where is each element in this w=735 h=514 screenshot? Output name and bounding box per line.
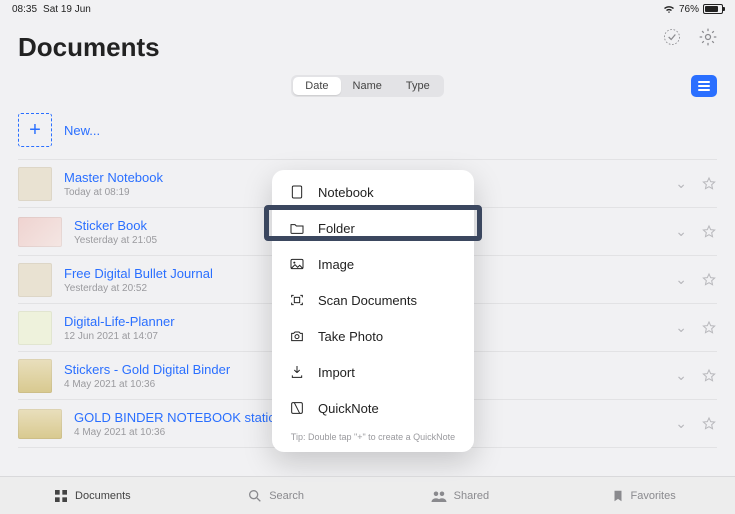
popover-item-scan[interactable]: Scan Documents bbox=[272, 282, 474, 318]
popover-item-photo[interactable]: Take Photo bbox=[272, 318, 474, 354]
item-name: Master Notebook bbox=[64, 170, 163, 185]
popover-label: Image bbox=[318, 257, 354, 272]
popover-item-image[interactable]: Image bbox=[272, 246, 474, 282]
wifi-icon bbox=[663, 5, 675, 14]
sort-type[interactable]: Type bbox=[394, 77, 442, 95]
item-name: Free Digital Bullet Journal bbox=[64, 266, 213, 281]
star-icon[interactable] bbox=[701, 224, 717, 240]
popover-item-quicknote[interactable]: QuickNote bbox=[272, 390, 474, 426]
item-sub: Yesterday at 21:05 bbox=[74, 235, 157, 246]
sort-segmented[interactable]: Date Name Type bbox=[291, 75, 443, 97]
thumbnail bbox=[18, 409, 62, 439]
popover-label: Scan Documents bbox=[318, 293, 417, 308]
star-icon[interactable] bbox=[701, 176, 717, 192]
item-name: Digital-Life-Planner bbox=[64, 314, 175, 329]
sort-date[interactable]: Date bbox=[293, 77, 340, 95]
favorites-icon bbox=[611, 488, 625, 504]
battery-icon bbox=[703, 4, 723, 14]
tab-documents[interactable]: Documents bbox=[0, 477, 184, 514]
tab-shared[interactable]: Shared bbox=[368, 477, 552, 514]
new-item-row[interactable]: + New... bbox=[18, 113, 717, 160]
chevron-down-icon[interactable]: ⌄ bbox=[675, 271, 687, 288]
popover-label: QuickNote bbox=[318, 401, 379, 416]
star-icon[interactable] bbox=[701, 416, 717, 432]
chevron-down-icon[interactable]: ⌄ bbox=[675, 367, 687, 384]
thumbnail bbox=[18, 263, 52, 297]
popover-item-import[interactable]: Import bbox=[272, 354, 474, 390]
tab-favorites[interactable]: Favorites bbox=[551, 477, 735, 514]
page-title: Documents bbox=[0, 32, 735, 63]
battery-percent: 76% bbox=[679, 4, 699, 15]
popover-item-notebook[interactable]: Notebook bbox=[272, 174, 474, 210]
popover-label: Import bbox=[318, 365, 355, 380]
status-bar: 08:35 Sat 19 Jun 76% bbox=[0, 0, 735, 18]
chevron-down-icon[interactable]: ⌄ bbox=[675, 223, 687, 240]
popover-tip: Tip: Double tap "+" to create a QuickNot… bbox=[272, 426, 474, 444]
notebook-icon bbox=[288, 183, 306, 201]
tab-label: Search bbox=[269, 490, 304, 502]
tab-label: Documents bbox=[75, 490, 131, 502]
item-sub: 4 May 2021 at 10:36 bbox=[64, 379, 230, 390]
thumbnail bbox=[18, 311, 52, 345]
item-sub: 12 Jun 2021 at 14:07 bbox=[64, 331, 175, 342]
tab-bar: Documents Search Shared Favorites bbox=[0, 476, 735, 514]
scan-icon bbox=[288, 291, 306, 309]
list-view-button[interactable] bbox=[691, 75, 717, 97]
shared-icon bbox=[430, 489, 448, 503]
statusbar-date: Sat 19 Jun bbox=[43, 4, 91, 15]
tab-search[interactable]: Search bbox=[184, 477, 368, 514]
thumbnail bbox=[18, 217, 62, 247]
search-icon bbox=[247, 488, 263, 504]
statusbar-time: 08:35 bbox=[12, 4, 37, 15]
tab-label: Favorites bbox=[631, 490, 676, 502]
camera-icon bbox=[288, 327, 306, 345]
gear-icon[interactable] bbox=[697, 26, 719, 48]
star-icon[interactable] bbox=[701, 272, 717, 288]
item-sub: Today at 08:19 bbox=[64, 187, 163, 198]
star-icon[interactable] bbox=[701, 368, 717, 384]
popover-label: Take Photo bbox=[318, 329, 383, 344]
tab-label: Shared bbox=[454, 490, 489, 502]
select-icon[interactable] bbox=[661, 26, 683, 48]
image-icon bbox=[288, 255, 306, 273]
sort-name[interactable]: Name bbox=[341, 77, 394, 95]
grid-icon bbox=[53, 488, 69, 504]
plus-icon[interactable]: + bbox=[18, 113, 52, 147]
new-popover: Notebook Folder Image Scan Documents Tak… bbox=[272, 170, 474, 452]
chevron-down-icon[interactable]: ⌄ bbox=[675, 415, 687, 432]
folder-icon bbox=[288, 219, 306, 237]
chevron-down-icon[interactable]: ⌄ bbox=[675, 319, 687, 336]
thumbnail bbox=[18, 359, 52, 393]
item-sub: Yesterday at 20:52 bbox=[64, 283, 213, 294]
new-label: New... bbox=[64, 123, 100, 138]
import-icon bbox=[288, 363, 306, 381]
thumbnail bbox=[18, 167, 52, 201]
popover-item-folder[interactable]: Folder bbox=[272, 210, 474, 246]
star-icon[interactable] bbox=[701, 320, 717, 336]
quicknote-icon bbox=[288, 399, 306, 417]
popover-label: Notebook bbox=[318, 185, 374, 200]
popover-label: Folder bbox=[318, 221, 355, 236]
item-name: Stickers - Gold Digital Binder bbox=[64, 362, 230, 377]
item-name: Sticker Book bbox=[74, 218, 157, 233]
chevron-down-icon[interactable]: ⌄ bbox=[675, 175, 687, 192]
